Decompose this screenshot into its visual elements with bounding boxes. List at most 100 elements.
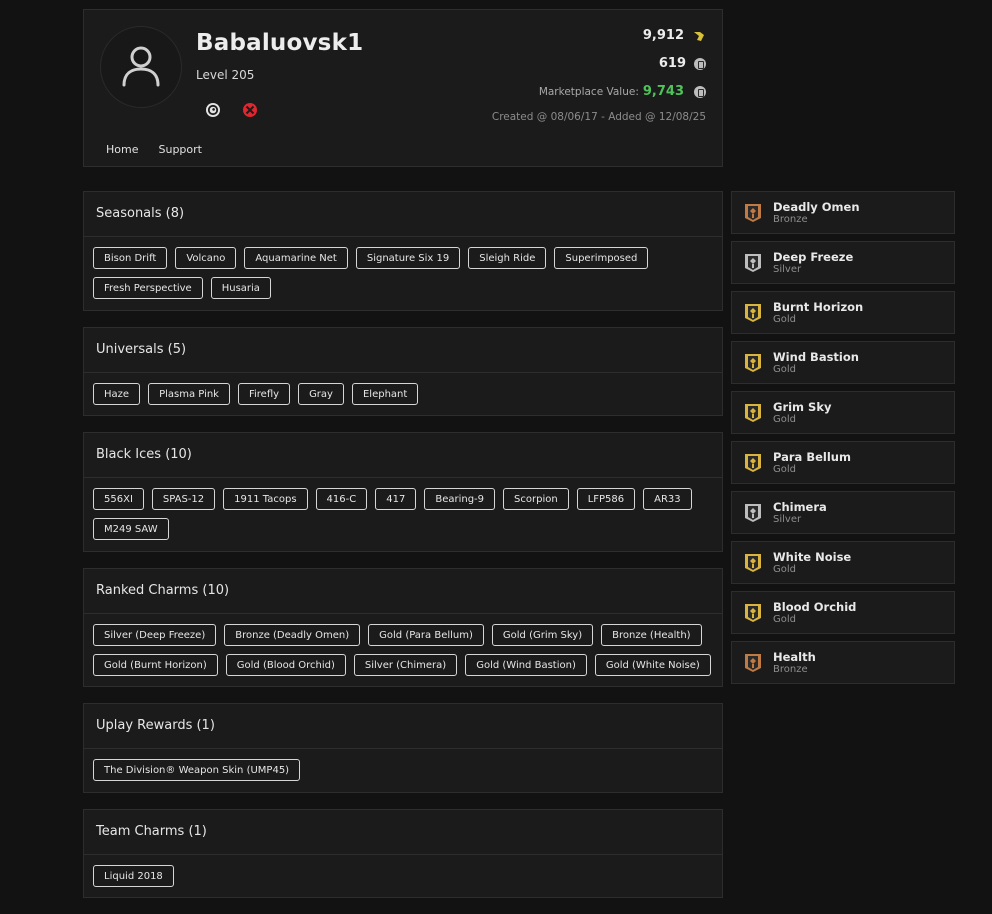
tag-item[interactable]: Husaria	[210, 277, 271, 299]
tag-item[interactable]: Bronze (Deadly Omen)	[224, 624, 361, 646]
tag-list: Haze Plasma Pink Firefly Gray Elephant	[84, 373, 722, 405]
tag-item[interactable]: 416-C	[315, 488, 368, 510]
rank-tier: Gold	[773, 614, 796, 625]
tag-item[interactable]: Silver (Deep Freeze)	[93, 624, 217, 646]
rank-tier: Gold	[773, 314, 796, 325]
tag-item[interactable]: Plasma Pink	[148, 383, 230, 405]
tag-item[interactable]: Gold (White Noise)	[594, 654, 711, 676]
tag-item[interactable]: SPAS-12	[151, 488, 216, 510]
rank-name: Grim Sky	[773, 400, 832, 414]
rank-name: Deep Freeze	[773, 250, 854, 264]
black-ices-section: Black Ices (10) 556XI SPAS-12 1911 Tacop…	[83, 432, 723, 552]
section-title: Uplay Rewards (1)	[84, 704, 722, 749]
tag-item[interactable]: Gold (Para Bellum)	[368, 624, 484, 646]
avatar	[100, 26, 182, 108]
tag-item[interactable]: LFP586	[576, 488, 636, 510]
tag-item[interactable]: AR33	[643, 488, 692, 510]
tag-item[interactable]: Gold (Grim Sky)	[491, 624, 594, 646]
rank-item[interactable]: White Noise Gold	[731, 541, 955, 584]
tag-item[interactable]: Superimposed	[554, 247, 649, 269]
rank-item[interactable]: Chimera Silver	[731, 491, 955, 534]
tag-item[interactable]: 417	[375, 488, 417, 510]
player-level: Level 205	[196, 68, 255, 82]
tag-item[interactable]: 556XI	[93, 488, 144, 510]
rank-name: Burnt Horizon	[773, 300, 864, 314]
tag-item[interactable]: Scorpion	[503, 488, 569, 510]
nav-home[interactable]: Home	[106, 143, 138, 156]
tag-item[interactable]: Silver (Chimera)	[353, 654, 458, 676]
rank-tier: Bronze	[773, 664, 808, 675]
rank-badge-icon	[745, 554, 761, 572]
r6-credits-icon	[694, 85, 706, 98]
xbox-icon[interactable]	[242, 102, 258, 118]
tag-item[interactable]: Volcano	[175, 247, 237, 269]
section-title: Black Ices (10)	[84, 433, 722, 478]
tag-item[interactable]: Bison Drift	[93, 247, 168, 269]
rank-badge-icon	[745, 354, 761, 372]
r6-credits-icon	[694, 57, 706, 70]
rank-name: Wind Bastion	[773, 350, 859, 364]
tag-list: Bison Drift Volcano Aquamarine Net Signa…	[84, 237, 722, 299]
tag-item[interactable]: Signature Six 19	[355, 247, 461, 269]
rank-badge-icon	[745, 204, 761, 222]
rank-badge-icon	[745, 504, 761, 522]
tag-item[interactable]: Gold (Wind Bastion)	[465, 654, 587, 676]
section-title: Ranked Charms (10)	[84, 569, 722, 614]
tag-item[interactable]: Elephant	[351, 383, 419, 405]
rank-name: White Noise	[773, 550, 852, 564]
marketplace-label: Marketplace Value:	[538, 85, 639, 98]
tag-item[interactable]: Bronze (Health)	[601, 624, 702, 646]
rank-badge-icon	[745, 404, 761, 422]
marketplace-stat: Marketplace Value: 9,743	[539, 84, 706, 99]
tag-item[interactable]: Liquid 2018	[93, 865, 174, 887]
rank-tier: Gold	[773, 564, 796, 575]
tag-item[interactable]: Fresh Perspective	[93, 277, 203, 299]
username: Babaluovsk1	[196, 30, 364, 56]
ranked-charms-section: Ranked Charms (10) Silver (Deep Freeze) …	[83, 568, 723, 687]
rank-item[interactable]: Wind Bastion Gold	[731, 341, 955, 384]
renown-stat: 9,912	[643, 28, 706, 43]
section-title: Seasonals (8)	[84, 192, 722, 237]
rank-name: Para Bellum	[773, 450, 851, 464]
rank-tier: Bronze	[773, 214, 808, 225]
renown-value: 9,912	[642, 28, 684, 43]
tag-list: The Division® Weapon Skin (UMP45)	[84, 749, 722, 781]
rank-badge-icon	[745, 454, 761, 472]
tag-item[interactable]: Gold (Blood Orchid)	[225, 654, 346, 676]
user-icon	[122, 46, 160, 87]
rank-tier: Gold	[773, 364, 796, 375]
tag-item[interactable]: Gray	[298, 383, 344, 405]
rank-item[interactable]: Deadly Omen Bronze	[731, 191, 955, 234]
tag-list: Liquid 2018	[84, 855, 722, 887]
section-title: Universals (5)	[84, 328, 722, 373]
team-charms-section: Team Charms (1) Liquid 2018	[83, 809, 723, 898]
rank-badge-icon	[745, 304, 761, 322]
tag-item[interactable]: Gold (Burnt Horizon)	[93, 654, 218, 676]
universals-section: Universals (5) Haze Plasma Pink Firefly …	[83, 327, 723, 416]
tag-item[interactable]: Haze	[93, 383, 141, 405]
rank-name: Blood Orchid	[773, 600, 857, 614]
marketplace-value: 9,743	[642, 84, 684, 99]
rank-item[interactable]: Burnt Horizon Gold	[731, 291, 955, 334]
tag-item[interactable]: Bearing-9	[424, 488, 496, 510]
rank-tier: Gold	[773, 464, 796, 475]
rank-item[interactable]: Health Bronze	[731, 641, 955, 684]
rank-item[interactable]: Para Bellum Gold	[731, 441, 955, 484]
rank-tier: Silver	[773, 514, 802, 525]
tag-item[interactable]: The Division® Weapon Skin (UMP45)	[93, 759, 301, 781]
tag-item[interactable]: M249 SAW	[93, 518, 169, 540]
rank-item[interactable]: Blood Orchid Gold	[731, 591, 955, 634]
rank-item[interactable]: Grim Sky Gold	[731, 391, 955, 434]
uplay-icon[interactable]	[205, 102, 221, 118]
tag-item[interactable]: 1911 Tacops	[223, 488, 308, 510]
rank-tier: Silver	[773, 264, 802, 275]
tag-item[interactable]: Aquamarine Net	[244, 247, 348, 269]
tag-item[interactable]: Sleigh Ride	[468, 247, 547, 269]
tag-list: Silver (Deep Freeze) Bronze (Deadly Omen…	[84, 614, 722, 676]
nav-support[interactable]: Support	[158, 143, 201, 156]
rank-item[interactable]: Deep Freeze Silver	[731, 241, 955, 284]
tag-list: 556XI SPAS-12 1911 Tacops 416-C 417 Bear…	[84, 478, 722, 540]
tag-item[interactable]: Firefly	[237, 383, 291, 405]
section-title: Team Charms (1)	[84, 810, 722, 855]
seasonals-section: Seasonals (8) Bison Drift Volcano Aquama…	[83, 191, 723, 311]
